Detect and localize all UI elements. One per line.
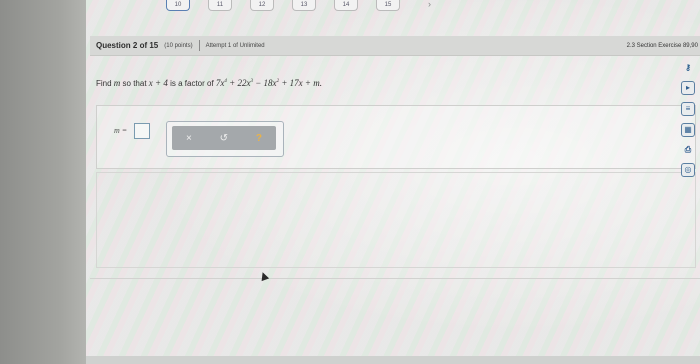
browser-screen: 10 11 12 13 14 15 › Question 2 of 15 (10… xyxy=(86,0,700,364)
header-divider xyxy=(198,40,200,51)
prompt-variable: m xyxy=(113,78,121,88)
question-nav: 10 11 12 13 14 15 › xyxy=(86,0,700,12)
clear-icon[interactable]: × xyxy=(186,133,192,144)
textbook-icon[interactable]: ≡ xyxy=(681,102,695,116)
question-header: Question 2 of 15 (10 points) Attempt 1 o… xyxy=(90,36,700,56)
section-label: 2.3 Section Exercise 89,90 xyxy=(626,42,698,49)
key-icon[interactable]: ⚷ xyxy=(682,62,694,74)
nav-question-14[interactable]: 14 xyxy=(334,0,358,11)
prompt-prefix: Find xyxy=(96,79,112,88)
footer-area xyxy=(90,278,700,359)
help-icon[interactable]: ? xyxy=(256,133,262,144)
prompt-factor: x + 4 xyxy=(148,78,168,88)
undo-icon[interactable]: ↺ xyxy=(220,133,228,144)
answer-input[interactable] xyxy=(134,123,150,139)
attempt-counter: Attempt 1 of Unlimited xyxy=(205,42,265,49)
tool-sidebar: ⚷ ▸ ≡ ▦ ⎙ ◎ xyxy=(680,62,696,177)
question-prompt: Find m so that x + 4 is a factor of 7x4 … xyxy=(96,78,322,88)
answer-area: m = × ↺ ? xyxy=(96,105,696,169)
math-toolbar: × ↺ ? xyxy=(166,121,284,157)
screen-bezel xyxy=(0,0,86,364)
play-icon[interactable]: ▸ xyxy=(681,81,695,95)
answer-label: m = xyxy=(114,126,128,135)
prompt-suffix: is a factor of xyxy=(170,79,214,88)
math-toolbar-buttons: × ↺ ? xyxy=(172,126,276,150)
nav-next-icon[interactable]: › xyxy=(428,0,431,12)
question-points: (10 points) xyxy=(164,42,193,49)
nav-question-11[interactable]: 11 xyxy=(208,0,232,11)
nav-question-10[interactable]: 10 xyxy=(166,0,190,11)
nav-question-15[interactable]: 15 xyxy=(376,0,400,11)
work-area xyxy=(96,172,696,268)
settings-icon[interactable]: ◎ xyxy=(681,163,695,177)
nav-question-13[interactable]: 13 xyxy=(292,0,316,11)
question-title: Question 2 of 15 xyxy=(96,41,159,50)
bottom-bar xyxy=(86,356,700,364)
prompt-middle: so that xyxy=(122,79,147,88)
calculator-icon[interactable]: ▦ xyxy=(681,123,695,137)
nav-question-12[interactable]: 12 xyxy=(250,0,274,11)
print-icon[interactable]: ⎙ xyxy=(682,144,694,156)
polynomial: 7x4 + 22x3 − 18x2 + 17x + m. xyxy=(215,78,322,88)
